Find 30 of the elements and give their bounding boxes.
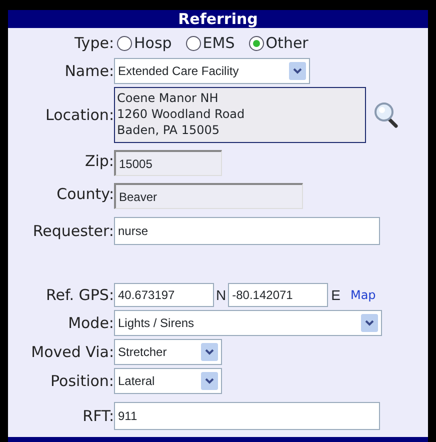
unit-label: E: [331, 286, 340, 304]
text-input-field[interactable]: nurse: [114, 217, 380, 245]
field-label: RFT:: [82, 406, 114, 427]
field-label: County:: [56, 184, 114, 206]
field-label: Location:: [44, 104, 114, 126]
text-input-field[interactable]: 911: [114, 402, 380, 430]
address-box: Coene Manor NH 1260 Woodland Road Baden, PA 15005: [114, 87, 366, 143]
dropdown-select[interactable]: Lateral: [114, 368, 222, 394]
search-icon[interactable]: [374, 102, 398, 128]
dropdown-select[interactable]: Stretcher: [114, 339, 222, 365]
field-label: Moved Via:: [30, 342, 114, 363]
dropdown-select[interactable]: Extended Care Facility: [114, 58, 310, 84]
field-label: Name:: [64, 60, 114, 82]
radio-option[interactable]: Other: [248, 32, 308, 54]
dropdown-select[interactable]: Lights / Sirens: [114, 310, 382, 336]
unit-label: N: [216, 286, 226, 304]
readonly-field: Beaver: [114, 183, 303, 209]
field-label: Zip:: [84, 151, 114, 172]
field-label: Position:: [50, 370, 114, 392]
field-label: Ref. GPS:: [45, 284, 114, 306]
radio-option[interactable]: EMS: [186, 32, 235, 54]
field-label: Mode:: [67, 312, 114, 334]
readonly-field: 15005: [114, 150, 222, 176]
section-header: Referring: [8, 10, 428, 28]
map-link[interactable]: Map: [350, 286, 376, 304]
radio-option[interactable]: Hosp: [117, 32, 172, 54]
field-label: Requester:: [32, 220, 114, 242]
field-label: Type:: [73, 32, 114, 54]
latitude-field[interactable]: 40.673197: [114, 283, 214, 307]
longitude-field[interactable]: -80.142071: [228, 283, 328, 307]
